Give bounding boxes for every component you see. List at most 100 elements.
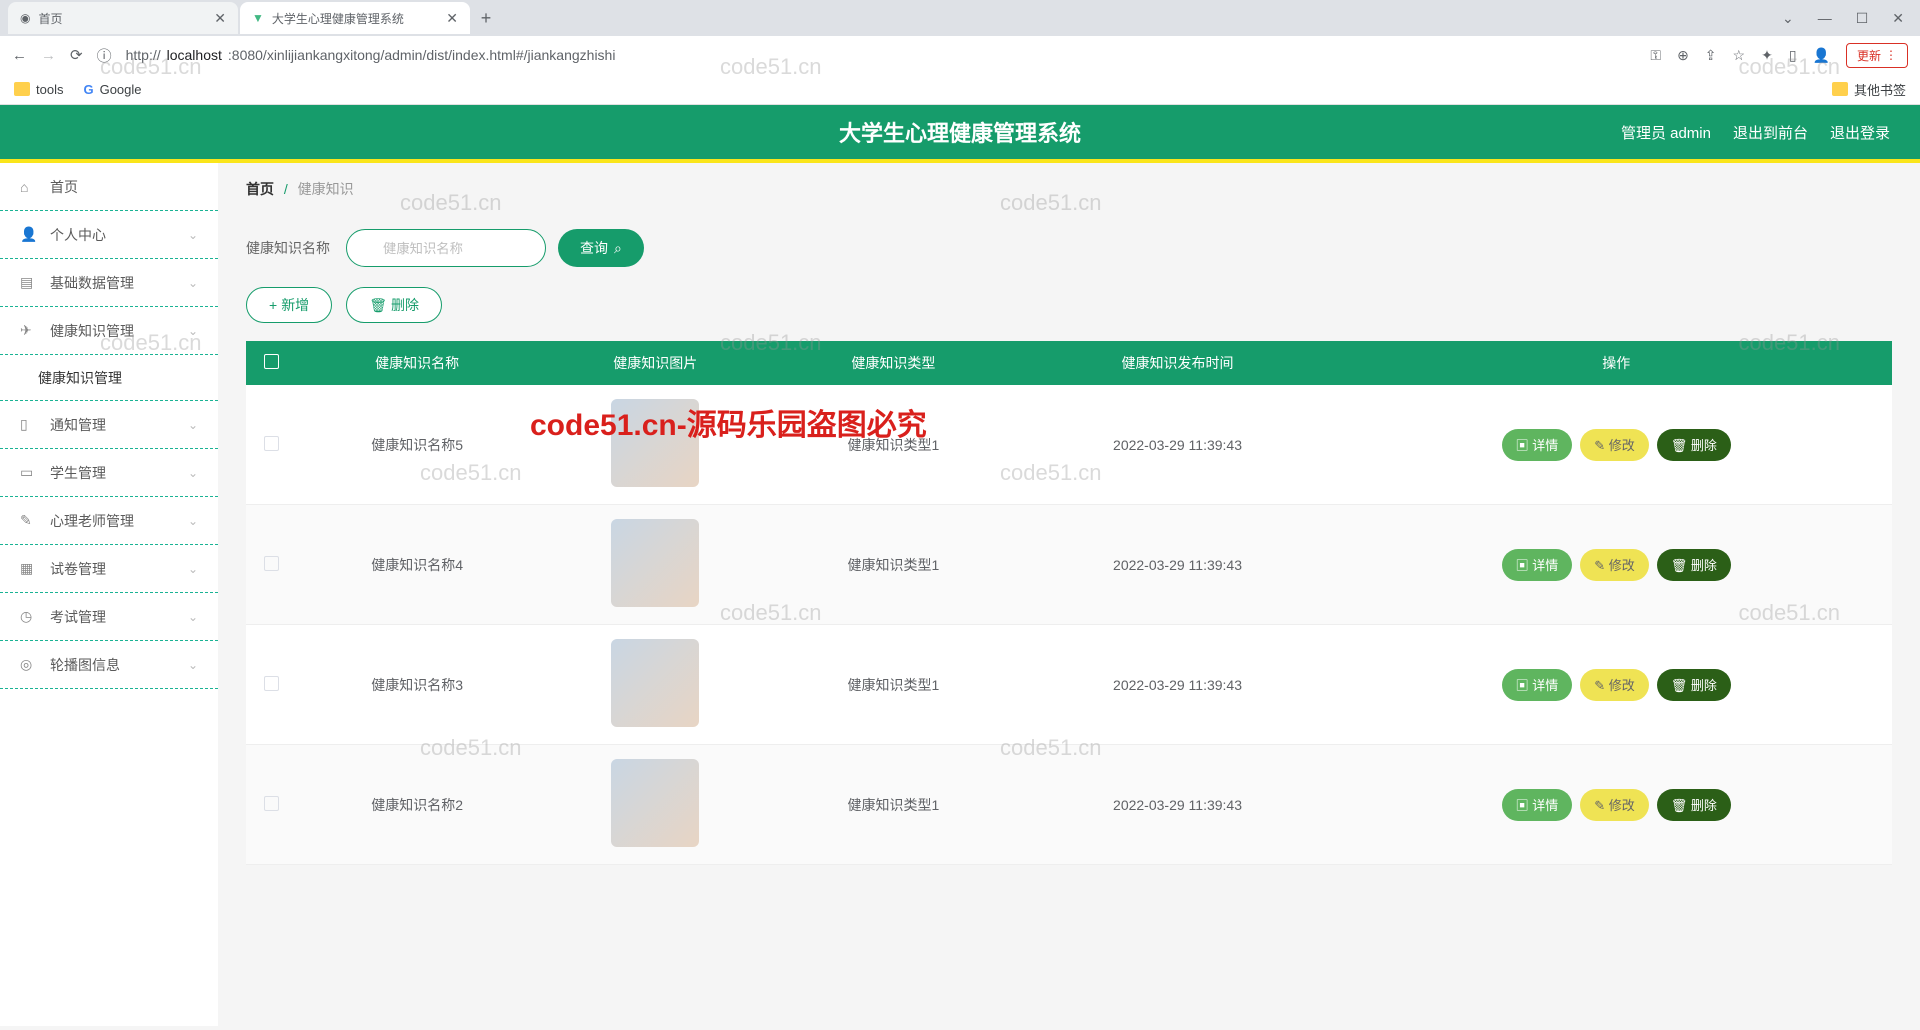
- add-button[interactable]: +新增: [246, 287, 332, 323]
- select-all-checkbox[interactable]: [264, 354, 279, 369]
- window-controls: ⌄ — ☐ ✕: [1782, 10, 1920, 27]
- sidebar-item-basedata[interactable]: ▤ 基础数据管理 ⌄: [0, 259, 218, 307]
- close-icon[interactable]: ✕: [446, 10, 458, 27]
- app-title: 大学生心理健康管理系统: [839, 116, 1081, 148]
- key-icon[interactable]: ⚿: [1650, 47, 1661, 64]
- back-button[interactable]: ←: [12, 47, 27, 64]
- url-input[interactable]: http://localhost:8080/xinlijiankangxiton…: [126, 47, 1637, 63]
- url-path: :8080/xinlijiankangxitong/admin/dist/ind…: [228, 47, 616, 63]
- share-icon[interactable]: ⇪: [1705, 47, 1717, 64]
- row-checkbox[interactable]: [264, 556, 279, 571]
- sidebar-item-label: 心理老师管理: [50, 511, 134, 531]
- panel-icon[interactable]: ▯: [1789, 47, 1797, 64]
- clock-icon: ◷: [20, 608, 40, 625]
- sidebar-item-teacher[interactable]: ✎ 心理老师管理 ⌄: [0, 497, 218, 545]
- delete-button[interactable]: 🗑删除: [346, 287, 442, 323]
- profile-icon[interactable]: 👤: [1813, 47, 1830, 64]
- bookmark-tools[interactable]: tools: [14, 82, 63, 97]
- new-tab-button[interactable]: +: [472, 8, 500, 29]
- search-input[interactable]: [346, 229, 546, 267]
- update-button[interactable]: 更新⋮: [1846, 43, 1908, 68]
- carousel-icon: ◎: [20, 656, 40, 673]
- vue-icon: ▼: [252, 11, 264, 25]
- sidebar-item-label: 考试管理: [50, 607, 106, 627]
- chevron-down-icon: ⌄: [188, 324, 198, 338]
- exam-icon: ▦: [20, 560, 40, 577]
- sidebar-item-label: 学生管理: [50, 463, 106, 483]
- sidebar-item-home[interactable]: ⌂ 首页: [0, 163, 218, 211]
- browser-tab-home[interactable]: ◉ 首页 ✕: [8, 2, 238, 34]
- edit-button[interactable]: ✎ 修改: [1580, 789, 1649, 821]
- breadcrumb-separator: /: [284, 181, 288, 197]
- plus-icon: +: [269, 297, 277, 313]
- caret-down-icon[interactable]: ⌄: [1782, 10, 1794, 27]
- forward-button[interactable]: →: [41, 47, 56, 64]
- tab-title: 首页: [38, 10, 62, 27]
- sidebar-item-exam-paper[interactable]: ▦ 试卷管理 ⌄: [0, 545, 218, 593]
- sidebar-item-label: 首页: [50, 177, 78, 197]
- info-icon[interactable]: ⓘ: [97, 45, 112, 66]
- minimize-button[interactable]: —: [1818, 10, 1832, 27]
- row-checkbox[interactable]: [264, 796, 279, 811]
- edit-button[interactable]: ✎ 修改: [1580, 429, 1649, 461]
- row-checkbox[interactable]: [264, 676, 279, 691]
- col-time: 健康知识发布时间: [1015, 341, 1341, 385]
- row-delete-button[interactable]: 🗑 删除: [1657, 549, 1731, 581]
- close-window-button[interactable]: ✕: [1892, 10, 1904, 27]
- bookmark-google[interactable]: GGoogle: [83, 82, 141, 97]
- star-icon[interactable]: ☆: [1733, 47, 1746, 64]
- sidebar-item-personal[interactable]: 👤 个人中心 ⌄: [0, 211, 218, 259]
- sidebar-item-health-knowledge[interactable]: ✈ 健康知识管理 ⌄: [0, 307, 218, 355]
- row-delete-button[interactable]: 🗑 删除: [1657, 429, 1731, 461]
- cell-image: [538, 385, 772, 505]
- detail-button[interactable]: ▣ 详情: [1502, 549, 1573, 581]
- col-image: 健康知识图片: [538, 341, 772, 385]
- col-name: 健康知识名称: [296, 341, 538, 385]
- sidebar-item-student[interactable]: ▭ 学生管理 ⌄: [0, 449, 218, 497]
- sidebar: ⌂ 首页 👤 个人中心 ⌄ ▤ 基础数据管理 ⌄ ✈ 健康知识管理 ⌄ 健康知识…: [0, 163, 218, 1026]
- header-links: 管理员 admin 退出到前台 退出登录: [1621, 122, 1890, 143]
- edit-button[interactable]: ✎ 修改: [1580, 669, 1649, 701]
- sidebar-item-notify[interactable]: ▯ 通知管理 ⌄: [0, 401, 218, 449]
- url-host: localhost: [167, 47, 222, 63]
- data-table: 健康知识名称 健康知识图片 健康知识类型 健康知识发布时间 操作 健康知识名称5…: [246, 341, 1892, 865]
- cell-type: 健康知识类型1: [772, 745, 1014, 865]
- student-icon: ▭: [20, 464, 40, 481]
- notify-icon: ▯: [20, 416, 40, 433]
- teacher-icon: ✎: [20, 512, 40, 529]
- sidebar-item-label: 试卷管理: [50, 559, 106, 579]
- browser-tab-app[interactable]: ▼ 大学生心理健康管理系统 ✕: [240, 2, 470, 34]
- row-delete-button[interactable]: 🗑 删除: [1657, 669, 1731, 701]
- thumbnail-image: [611, 759, 699, 847]
- detail-button[interactable]: ▣ 详情: [1502, 669, 1573, 701]
- data-icon: ▤: [20, 274, 40, 291]
- col-ops: 操作: [1340, 341, 1892, 385]
- bookmark-other[interactable]: 其他书签: [1832, 80, 1906, 99]
- chevron-down-icon: ⌄: [188, 418, 198, 432]
- query-button[interactable]: 查询⌕: [558, 229, 644, 267]
- maximize-button[interactable]: ☐: [1856, 10, 1869, 27]
- row-delete-button[interactable]: 🗑 删除: [1657, 789, 1731, 821]
- admin-label[interactable]: 管理员 admin: [1621, 122, 1711, 143]
- globe-icon: ◉: [20, 11, 30, 25]
- chevron-down-icon: ⌄: [188, 514, 198, 528]
- sidebar-item-carousel[interactable]: ◎ 轮播图信息 ⌄: [0, 641, 218, 689]
- row-checkbox[interactable]: [264, 436, 279, 451]
- detail-button[interactable]: ▣ 详情: [1502, 429, 1573, 461]
- cell-image: [538, 505, 772, 625]
- edit-button[interactable]: ✎ 修改: [1580, 549, 1649, 581]
- back-to-front-link[interactable]: 退出到前台: [1733, 122, 1808, 143]
- extensions-icon[interactable]: ✦: [1761, 47, 1773, 64]
- close-icon[interactable]: ✕: [214, 10, 226, 27]
- logout-link[interactable]: 退出登录: [1830, 122, 1890, 143]
- sidebar-subitem-health-knowledge[interactable]: 健康知识管理: [0, 355, 218, 401]
- send-icon: ✈: [20, 322, 40, 339]
- reload-button[interactable]: ⟳: [70, 46, 83, 64]
- sidebar-item-test[interactable]: ◷ 考试管理 ⌄: [0, 593, 218, 641]
- browser-chrome: ◉ 首页 ✕ ▼ 大学生心理健康管理系统 ✕ + ⌄ — ☐ ✕ ← → ⟳ ⓘ…: [0, 0, 1920, 105]
- sidebar-subitem-label: 健康知识管理: [38, 368, 122, 388]
- detail-button[interactable]: ▣ 详情: [1502, 789, 1573, 821]
- zoom-icon[interactable]: ⊕: [1677, 47, 1689, 64]
- chevron-down-icon: ⌄: [188, 658, 198, 672]
- breadcrumb-home[interactable]: 首页: [246, 181, 274, 197]
